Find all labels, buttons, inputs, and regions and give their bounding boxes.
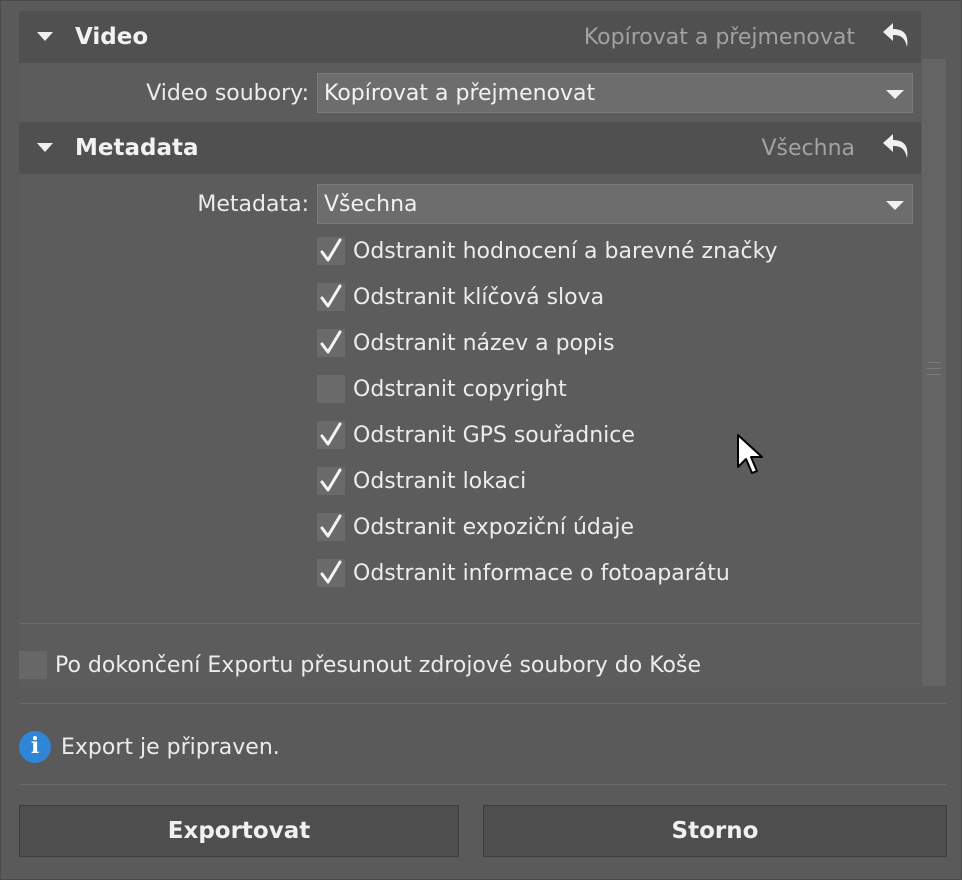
option-remove-camera-info[interactable]: Odstranit informace o fotoaparátu xyxy=(317,558,730,588)
checkmark-icon xyxy=(320,284,342,308)
checkmark-icon xyxy=(320,330,342,354)
option-label: Odstranit expoziční údaje xyxy=(353,514,635,540)
video-section-header[interactable]: Video Kopírovat a přejmenovat xyxy=(19,11,921,63)
status-text: Export je připraven. xyxy=(61,734,280,760)
scrollbar-grip xyxy=(927,368,941,369)
option-remove-rating[interactable]: Odstranit hodnocení a barevné značky xyxy=(317,236,778,266)
dropdown-arrow-icon xyxy=(886,90,904,99)
scrollbar-grip xyxy=(927,362,941,363)
option-remove-gps[interactable]: Odstranit GPS souřadnice xyxy=(317,420,635,450)
metadata-section-summary: Všechna xyxy=(761,135,855,161)
collapse-triangle-icon[interactable] xyxy=(37,143,53,152)
checkbox[interactable] xyxy=(317,467,345,495)
metadata-section-title: Metadata xyxy=(75,135,199,161)
checkbox[interactable] xyxy=(317,283,345,311)
metadata-select[interactable]: Všechna xyxy=(317,184,913,224)
divider xyxy=(19,703,946,704)
cancel-button[interactable]: Storno xyxy=(483,805,947,857)
move-to-trash-option[interactable]: Po dokončení Exportu přesunout zdrojové … xyxy=(19,651,701,679)
option-label: Odstranit název a popis xyxy=(353,330,615,356)
video-files-label: Video soubory: xyxy=(146,81,309,106)
video-section-title: Video xyxy=(75,24,149,50)
option-label: Odstranit copyright xyxy=(353,376,567,402)
option-remove-keywords[interactable]: Odstranit klíčová slova xyxy=(317,282,604,312)
status-bar: i Export je připraven. xyxy=(19,731,280,763)
export-dialog: Video Kopírovat a přejmenovat Video soub… xyxy=(0,0,962,880)
checkmark-icon xyxy=(320,514,342,538)
option-label: Odstranit lokaci xyxy=(353,468,527,494)
video-section-summary: Kopírovat a přejmenovat xyxy=(583,24,855,50)
checkbox[interactable] xyxy=(317,559,345,587)
option-label: Odstranit hodnocení a barevné značky xyxy=(353,238,778,264)
checkbox[interactable] xyxy=(317,237,345,265)
option-label: Odstranit GPS souřadnice xyxy=(353,422,635,448)
checkbox[interactable] xyxy=(317,375,345,403)
divider xyxy=(19,784,946,785)
reset-undo-icon[interactable] xyxy=(881,130,911,162)
checkmark-icon xyxy=(320,468,342,492)
checkbox[interactable] xyxy=(19,651,47,679)
option-remove-copyright[interactable]: Odstranit copyright xyxy=(317,374,567,404)
checkbox[interactable] xyxy=(317,329,345,357)
option-label: Odstranit klíčová slova xyxy=(353,284,605,310)
divider xyxy=(19,623,921,624)
option-remove-exposure[interactable]: Odstranit expoziční údaje xyxy=(317,512,634,542)
reset-undo-icon[interactable] xyxy=(881,19,911,51)
option-remove-title-description[interactable]: Odstranit název a popis xyxy=(317,328,615,358)
metadata-section-header[interactable]: Metadata Všechna xyxy=(19,122,921,174)
video-files-select[interactable]: Kopírovat a přejmenovat xyxy=(317,73,913,113)
mouse-cursor-icon xyxy=(737,434,763,474)
metadata-label: Metadata: xyxy=(197,192,309,217)
scrollbar[interactable] xyxy=(922,59,946,686)
option-label: Odstranit informace o fotoaparátu xyxy=(353,560,730,586)
dropdown-arrow-icon xyxy=(886,201,904,210)
move-to-trash-label: Po dokončení Exportu přesunout zdrojové … xyxy=(55,652,701,678)
option-remove-location[interactable]: Odstranit lokaci xyxy=(317,466,526,496)
video-files-select-value: Kopírovat a přejmenovat xyxy=(324,80,596,106)
metadata-select-value: Všechna xyxy=(324,191,418,217)
collapse-triangle-icon[interactable] xyxy=(37,32,53,41)
checkbox[interactable] xyxy=(317,421,345,449)
checkmark-icon xyxy=(320,238,342,262)
settings-panel: Video Kopírovat a přejmenovat Video soub… xyxy=(19,11,921,687)
export-button[interactable]: Exportovat xyxy=(19,805,459,857)
checkbox[interactable] xyxy=(317,513,345,541)
checkmark-icon xyxy=(320,560,342,584)
checkmark-icon xyxy=(320,422,342,446)
scrollbar-grip xyxy=(927,374,941,375)
info-icon: i xyxy=(19,731,51,763)
